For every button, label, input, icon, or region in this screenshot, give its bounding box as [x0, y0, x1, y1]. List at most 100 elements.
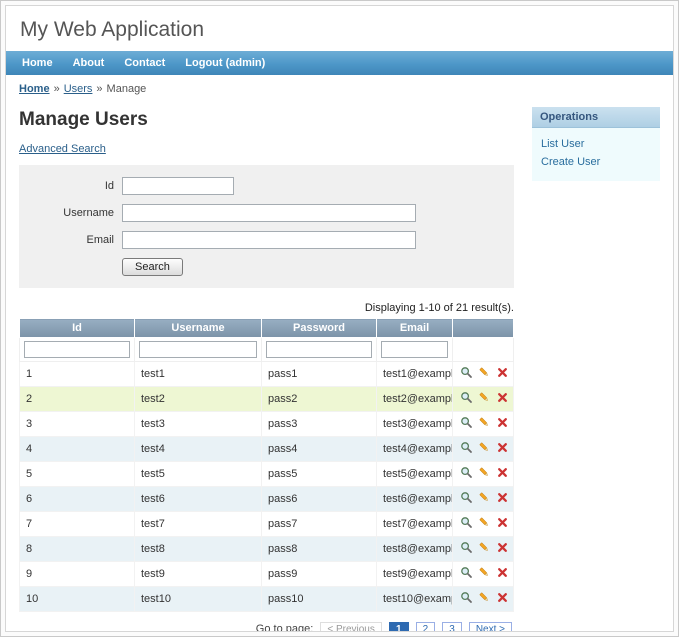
cell-username: test10 — [135, 587, 262, 612]
cell-password: pass8 — [262, 537, 377, 562]
next-page-button[interactable]: Next > — [469, 622, 512, 632]
delete-icon[interactable] — [496, 391, 509, 407]
id-filter-input[interactable] — [24, 341, 130, 358]
breadcrumb-separator: » — [54, 83, 60, 95]
nav-item-about[interactable]: About — [65, 55, 113, 71]
view-icon[interactable] — [460, 416, 473, 432]
cell-password: pass7 — [262, 512, 377, 537]
view-icon[interactable] — [460, 591, 473, 607]
page-3-button[interactable]: 3 — [442, 622, 462, 632]
pencil-glyph — [478, 566, 491, 579]
id-label: Id — [19, 180, 122, 192]
update-icon[interactable] — [478, 491, 491, 507]
delete-icon[interactable] — [496, 466, 509, 482]
table-row: 1 test1 pass1 test1@example.com — [20, 362, 514, 387]
col-header-email[interactable]: Email — [377, 319, 453, 338]
col-header-id[interactable]: Id — [20, 319, 135, 338]
view-icon[interactable] — [460, 491, 473, 507]
cell-email: test9@example.com — [377, 562, 453, 587]
row-actions — [453, 362, 514, 387]
table-row: 5 test5 pass5 test5@example.com — [20, 462, 514, 487]
table-row: 8 test8 pass8 test8@example.com — [20, 537, 514, 562]
cross-glyph — [496, 516, 509, 529]
cell-username: test6 — [135, 487, 262, 512]
view-icon[interactable] — [460, 541, 473, 557]
cell-password: pass4 — [262, 437, 377, 462]
username-filter-input[interactable] — [139, 341, 257, 358]
cell-id: 4 — [20, 437, 135, 462]
cross-glyph — [496, 391, 509, 404]
pencil-glyph — [478, 416, 491, 429]
cell-email: test10@example.com — [377, 587, 453, 612]
pencil-glyph — [478, 541, 491, 554]
pencil-glyph — [478, 366, 491, 379]
update-icon[interactable] — [478, 516, 491, 532]
col-header-username[interactable]: Username — [135, 319, 262, 338]
nav-item-contact[interactable]: Contact — [116, 55, 173, 71]
view-icon[interactable] — [460, 516, 473, 532]
delete-icon[interactable] — [496, 441, 509, 457]
search-form: Id Username Email Search — [19, 165, 514, 288]
id-field[interactable] — [122, 177, 234, 195]
view-icon[interactable] — [460, 441, 473, 457]
email-field[interactable] — [122, 231, 416, 249]
table-header-row: Id Username Password Email — [20, 319, 514, 338]
username-label: Username — [19, 207, 122, 219]
view-icon[interactable] — [460, 366, 473, 382]
email-filter-input[interactable] — [381, 341, 448, 358]
update-icon[interactable] — [478, 416, 491, 432]
col-header-password[interactable]: Password — [262, 319, 377, 338]
username-field[interactable] — [122, 204, 416, 222]
view-icon[interactable] — [460, 566, 473, 582]
cell-password: pass3 — [262, 412, 377, 437]
cross-glyph — [496, 366, 509, 379]
page-2-button[interactable]: 2 — [416, 622, 436, 632]
users-table: Id Username Password Email — [19, 318, 514, 612]
cell-id: 7 — [20, 512, 135, 537]
nav-item-logout[interactable]: Logout (admin) — [177, 55, 273, 71]
cell-email: test2@example.com — [377, 387, 453, 412]
delete-icon[interactable] — [496, 566, 509, 582]
update-icon[interactable] — [478, 591, 491, 607]
delete-icon[interactable] — [496, 541, 509, 557]
sidebar-item-create-user[interactable]: Create User — [541, 153, 651, 171]
password-filter-input[interactable] — [266, 341, 372, 358]
table-row: 6 test6 pass6 test6@example.com — [20, 487, 514, 512]
delete-icon[interactable] — [496, 491, 509, 507]
advanced-search-link[interactable]: Advanced Search — [19, 143, 106, 155]
filter-row — [20, 338, 514, 362]
pencil-glyph — [478, 491, 491, 504]
page-1-button[interactable]: 1 — [389, 622, 409, 632]
update-icon[interactable] — [478, 391, 491, 407]
magnifier-glyph — [460, 591, 473, 604]
view-icon[interactable] — [460, 466, 473, 482]
delete-icon[interactable] — [496, 366, 509, 382]
update-icon[interactable] — [478, 466, 491, 482]
col-header-actions — [453, 319, 514, 338]
cross-glyph — [496, 591, 509, 604]
view-icon[interactable] — [460, 391, 473, 407]
breadcrumb-current: Manage — [107, 83, 147, 95]
breadcrumb-users-link[interactable]: Users — [64, 83, 93, 95]
cell-id: 5 — [20, 462, 135, 487]
update-icon[interactable] — [478, 566, 491, 582]
search-button[interactable]: Search — [122, 258, 183, 276]
previous-page-button: < Previous — [320, 622, 382, 632]
row-actions — [453, 487, 514, 512]
breadcrumb-home-link[interactable]: Home — [19, 83, 50, 95]
magnifier-glyph — [460, 466, 473, 479]
update-icon[interactable] — [478, 541, 491, 557]
update-icon[interactable] — [478, 441, 491, 457]
row-actions — [453, 437, 514, 462]
browser-page: My Web Application Home About Contact Lo… — [0, 0, 679, 637]
delete-icon[interactable] — [496, 591, 509, 607]
delete-icon[interactable] — [496, 516, 509, 532]
cell-id: 1 — [20, 362, 135, 387]
cell-username: test9 — [135, 562, 262, 587]
delete-icon[interactable] — [496, 416, 509, 432]
row-actions — [453, 462, 514, 487]
cell-id: 3 — [20, 412, 135, 437]
sidebar-item-list-user[interactable]: List User — [541, 135, 651, 153]
update-icon[interactable] — [478, 366, 491, 382]
nav-item-home[interactable]: Home — [14, 55, 61, 71]
